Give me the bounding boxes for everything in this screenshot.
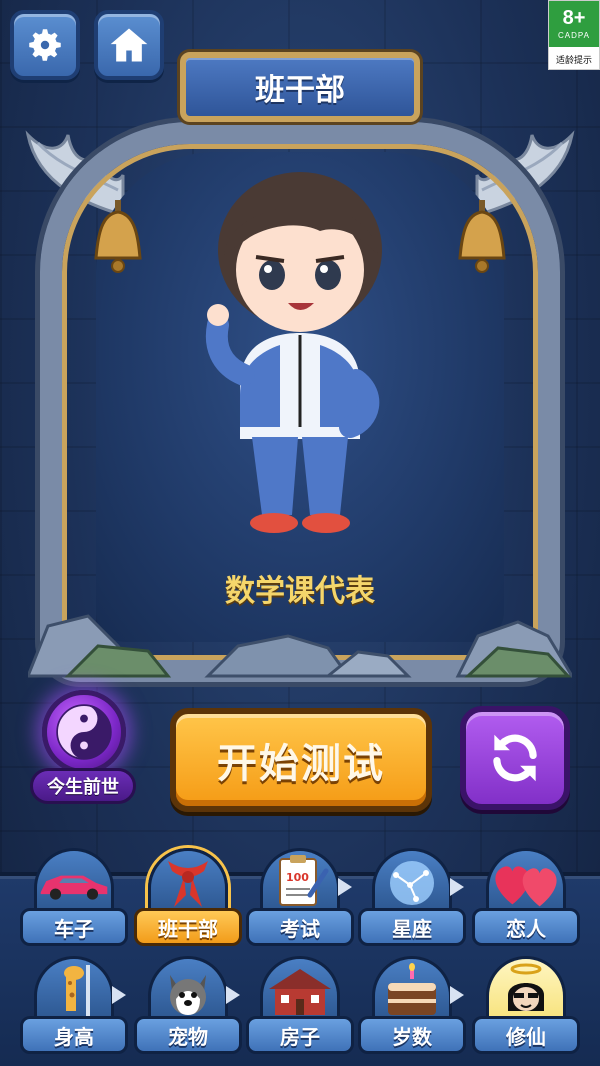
car-disc (34, 848, 114, 914)
svg-text:100: 100 (286, 871, 309, 884)
category-label: 班干部 (134, 908, 242, 946)
category-constellation[interactable]: 星座 (358, 848, 466, 948)
card-title: 班干部 (180, 52, 420, 122)
category-car[interactable]: 车子 (20, 848, 128, 948)
yin-yang-icon (56, 704, 112, 760)
category-lover[interactable]: 恋人 (472, 848, 580, 948)
category-label: 车子 (20, 908, 128, 946)
dog-disc (148, 956, 228, 1022)
refresh-button[interactable] (460, 706, 570, 810)
settings-button[interactable] (10, 10, 80, 80)
bell-icon (94, 200, 142, 273)
category-pet[interactable]: 宠物 (134, 956, 242, 1056)
category-label: 考试 (246, 908, 354, 946)
start-test-button[interactable]: 开始测试 (170, 708, 432, 812)
category-label: 身高 (20, 1016, 128, 1054)
rock-ornament (28, 614, 572, 678)
play-arrow-icon (338, 878, 352, 896)
play-arrow-icon (450, 878, 464, 896)
category-label: 岁数 (358, 1016, 466, 1054)
refresh-icon (493, 734, 537, 782)
giraffe-disc (34, 956, 114, 1022)
home-button[interactable] (94, 10, 164, 80)
play-arrow-icon (226, 986, 240, 1004)
category-cultivation[interactable]: 修仙 (472, 956, 580, 1056)
cake-icon (388, 962, 436, 1015)
dog-icon (170, 974, 206, 1015)
student-character (205, 172, 382, 533)
giraffe-icon (64, 964, 90, 1017)
play-arrow-icon (450, 986, 464, 1004)
age-rating-number: 8+ (562, 7, 586, 29)
exam-paper-icon: 100 (279, 854, 329, 906)
past-life-label: 今生前世 (30, 768, 136, 804)
hearts-disc (486, 848, 566, 914)
age-rating-top: 8+ CADPA (549, 1, 599, 47)
halo-face-icon (508, 963, 544, 1011)
play-arrow-icon (112, 986, 126, 1004)
halo-disc (486, 956, 566, 1022)
age-rating-hint: 适龄提示 (555, 56, 592, 66)
category-label: 恋人 (472, 908, 580, 946)
scarf-disc (148, 848, 228, 914)
car-icon (40, 875, 108, 900)
red-scarf-icon (168, 860, 208, 907)
category-house[interactable]: 房子 (246, 956, 354, 1056)
house-disc (260, 956, 340, 1022)
home-icon (110, 28, 148, 62)
category-height[interactable]: 身高 (20, 956, 128, 1056)
constellation-disc (372, 848, 452, 914)
category-label: 修仙 (472, 1016, 580, 1054)
yin-yang-orb (42, 690, 126, 774)
category-exam[interactable]: 100 考试 (246, 848, 354, 948)
category-class-cadre[interactable]: 班干部 (134, 848, 242, 948)
category-age[interactable]: 岁数 (358, 956, 466, 1056)
house-icon (269, 968, 331, 1015)
constellation-icon (390, 860, 434, 905)
cake-disc (372, 956, 452, 1022)
age-rating-badge: 8+ CADPA 适龄提示 (548, 0, 600, 70)
gear-icon (29, 29, 61, 61)
category-label: 房子 (246, 1016, 354, 1054)
category-label: 宠物 (134, 1016, 242, 1054)
age-rating-org: CADPA (558, 31, 590, 40)
hearts-icon (495, 865, 557, 906)
bell-icon (458, 200, 506, 273)
past-life-button[interactable]: 今生前世 (28, 690, 138, 815)
exam-disc: 100 (260, 848, 340, 914)
category-label: 星座 (358, 908, 466, 946)
